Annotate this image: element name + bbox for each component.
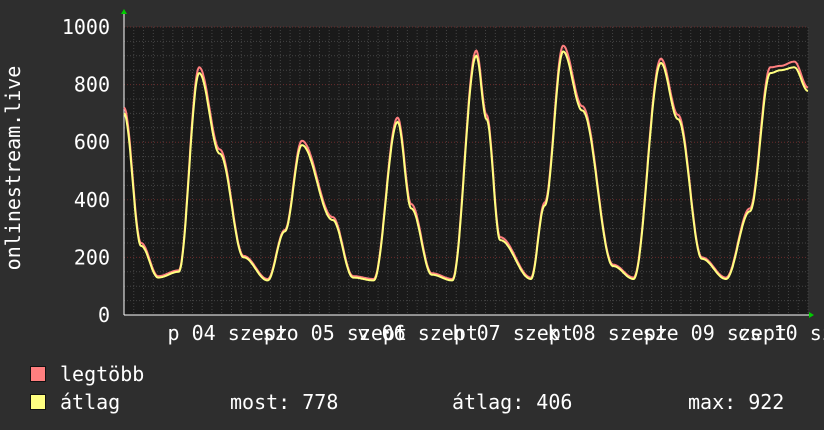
y-tick-label: 600 bbox=[74, 130, 110, 154]
legend-item-max: legtöbb bbox=[30, 362, 144, 386]
legend-swatch-max bbox=[30, 366, 46, 382]
line-chart: 0 200 400 600 800 1000 p 04 szeptszo 05 szept… bbox=[1, 9, 824, 345]
y-tick-label: 800 bbox=[74, 73, 110, 97]
y-axis-arrow bbox=[121, 9, 127, 14]
stat-max: max: 922 bbox=[688, 390, 785, 414]
y-tick-label: 0 bbox=[98, 303, 110, 327]
stat-average: átlag: 406 bbox=[452, 390, 573, 414]
legend-label-max: legtöbb bbox=[60, 362, 145, 386]
x-tick-label: cs 10 szept bbox=[738, 321, 824, 345]
stat-now: most: 778 bbox=[230, 390, 339, 414]
legend-label-avg: átlag bbox=[60, 390, 121, 414]
legend-item-avg: átlag bbox=[30, 390, 120, 414]
legend-swatch-avg bbox=[30, 394, 46, 410]
y-axis-label: onlinestream.live bbox=[1, 66, 25, 271]
y-tick-label: 1000 bbox=[62, 15, 110, 39]
x-axis-arrow bbox=[809, 312, 814, 318]
y-axis-ticks: 0 200 400 600 800 1000 bbox=[62, 15, 110, 327]
y-tick-label: 200 bbox=[74, 245, 110, 269]
y-tick-label: 400 bbox=[74, 188, 110, 212]
chart-window: 0 200 400 600 800 1000 p 04 szept szo 05 szept… bbox=[0, 0, 824, 430]
x-axis-ticks: p 04 szeptszo 05 szeptv 06 szepth 07 sze… bbox=[168, 321, 824, 345]
